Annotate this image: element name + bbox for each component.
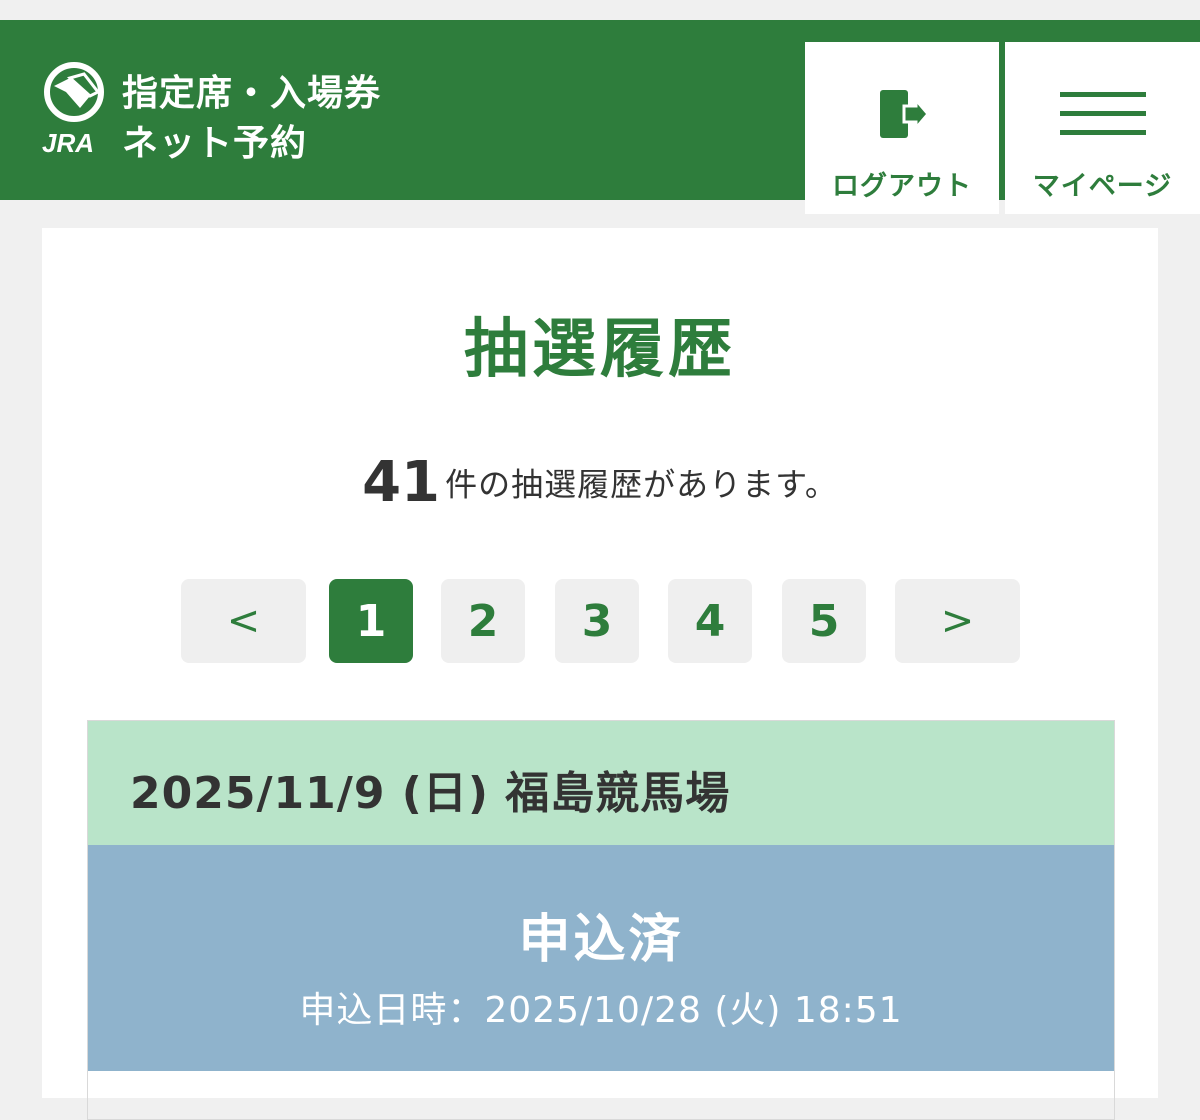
brand-title-line2: ネット予約 [122, 123, 308, 164]
applied-datetime: 申込日時：2025/10/28 (火) 18:51 [299, 990, 903, 1031]
mypage-label: マイページ [1032, 171, 1173, 202]
count-text: 件の抽選履歴があります。 [445, 465, 838, 504]
history-entry[interactable]: 2025/11/9 (日) 福島競馬場 申込済 申込日時：2025/10/28 … [87, 720, 1115, 1120]
mypage-button[interactable]: マイページ [1005, 42, 1200, 214]
page-4-button[interactable]: 4 [668, 579, 752, 663]
page-2-button[interactable]: 2 [441, 579, 525, 663]
menu-icon [1059, 86, 1146, 142]
status-label: 申込済 [518, 910, 684, 970]
logout-icon [874, 86, 930, 142]
entry-status-panel: 申込済 申込日時：2025/10/28 (火) 18:51 [88, 845, 1114, 1071]
next-page-button[interactable]: > [895, 579, 1020, 663]
pagination: < 1 2 3 4 5 > [42, 579, 1158, 663]
entry-date-venue: 2025/11/9 (日) 福島競馬場 [130, 768, 731, 819]
jra-logo-icon: JRA [42, 62, 104, 158]
count-number: 41 [362, 450, 441, 515]
page-1-button[interactable]: 1 [329, 579, 413, 663]
brand-title-line1: 指定席・入場券 [122, 73, 382, 114]
page-3-button[interactable]: 3 [555, 579, 639, 663]
brand[interactable]: JRA 指定席・入場券 ネット予約 [40, 62, 440, 164]
site-header: JRA 指定席・入場券 ネット予約 ログアウト マイページ [0, 20, 1200, 214]
prev-page-button[interactable]: < [181, 579, 306, 663]
top-status-strip [0, 0, 1200, 20]
logout-button[interactable]: ログアウト [805, 42, 999, 214]
page-title: 抽選履歴 [464, 313, 736, 387]
result-count: 41 件の抽選履歴があります。 [42, 450, 1158, 515]
page-5-button[interactable]: 5 [782, 579, 866, 663]
logout-label: ログアウト [832, 171, 972, 202]
entry-header: 2025/11/9 (日) 福島競馬場 [88, 721, 1114, 845]
history-card: 抽選履歴 41 件の抽選履歴があります。 < 1 2 3 4 5 > 2025/… [42, 228, 1158, 1120]
svg-text:JRA: JRA [42, 128, 94, 158]
